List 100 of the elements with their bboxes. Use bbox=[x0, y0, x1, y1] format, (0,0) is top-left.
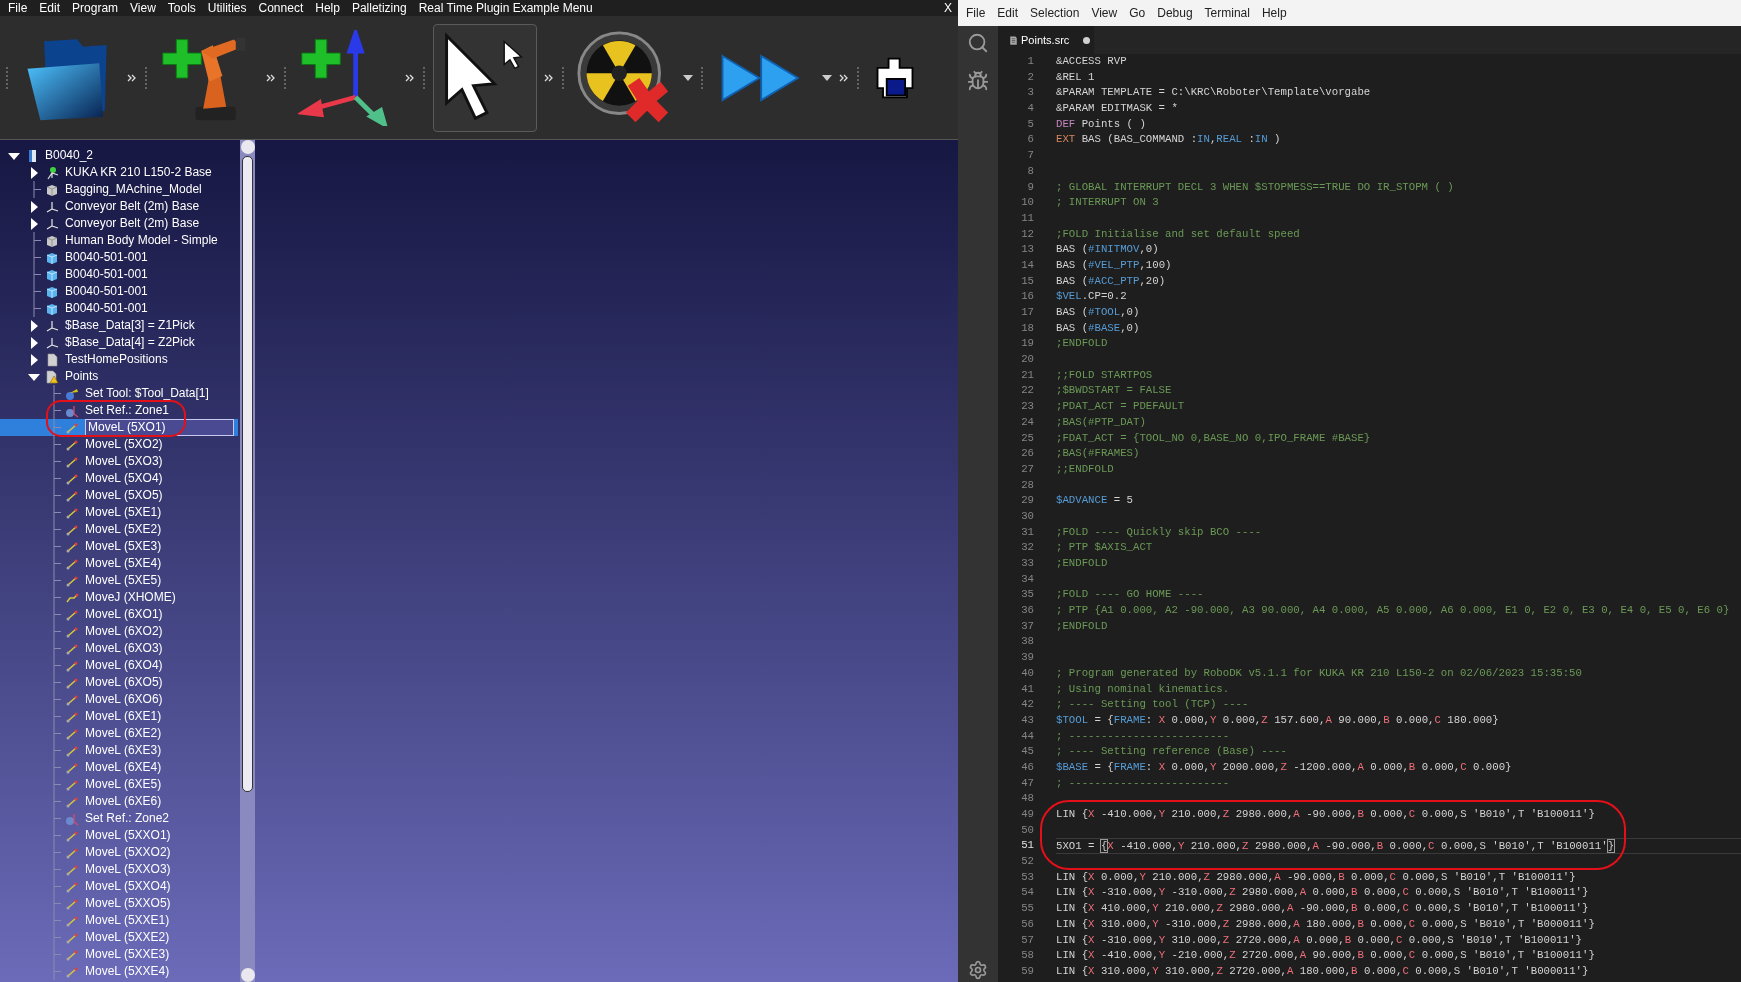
tree-item[interactable]: MoveL (5XXE2) bbox=[0, 929, 238, 946]
menu-item[interactable]: Help bbox=[309, 0, 346, 16]
menu-item[interactable]: Utilities bbox=[201, 0, 253, 16]
tree-item[interactable]: MoveJ (XHOME) bbox=[0, 589, 238, 606]
menu-item[interactable]: Edit bbox=[991, 4, 1025, 22]
tree-item[interactable]: MoveL (5XO4) bbox=[0, 470, 238, 487]
scroll-up-button[interactable] bbox=[240, 140, 255, 154]
dropdown-caret-icon[interactable] bbox=[822, 74, 832, 81]
tree-item[interactable]: B0040-501-001 bbox=[0, 300, 238, 317]
tree-item[interactable]: MoveL (5XO1) bbox=[0, 419, 238, 436]
tree-item[interactable]: MoveL (6XE2) bbox=[0, 725, 238, 742]
toolbar-grip[interactable] bbox=[856, 65, 860, 90]
editor-tab[interactable]: Points.src bbox=[998, 26, 1094, 54]
tree-item[interactable]: Points bbox=[0, 368, 238, 385]
overflow-chevron-icon[interactable] bbox=[405, 73, 415, 82]
menu-item[interactable]: Tools bbox=[161, 0, 202, 16]
tree-item[interactable]: MoveL (5XXO2) bbox=[0, 844, 238, 861]
tree-item[interactable]: MoveL (5XXO1) bbox=[0, 827, 238, 844]
tree-item[interactable]: B0040-501-001 bbox=[0, 283, 238, 300]
toolbar-button[interactable] bbox=[433, 23, 537, 132]
tree-item[interactable]: MoveL (5XXE4) bbox=[0, 963, 238, 980]
toolbar-grip[interactable] bbox=[144, 65, 148, 90]
menu-item[interactable]: Selection bbox=[1024, 4, 1086, 22]
tree-item[interactable]: MoveL (5XE5) bbox=[0, 572, 238, 589]
overflow-chevron-icon[interactable] bbox=[839, 73, 849, 82]
tree-item[interactable]: MoveL (5XO3) bbox=[0, 453, 238, 470]
menu-item[interactable]: Help bbox=[1255, 4, 1293, 22]
tree-item[interactable]: MoveL (6XE6) bbox=[0, 793, 238, 810]
tree-item[interactable]: MoveL (6XE4) bbox=[0, 759, 238, 776]
tree-item[interactable]: Set Tool: $Tool_Data[1] bbox=[0, 385, 238, 402]
tree-item[interactable]: MoveL (6XO3) bbox=[0, 640, 238, 657]
tree-item[interactable]: Conveyor Belt (2m) Base bbox=[0, 198, 238, 215]
code-line: LIN {X 410.000,Y 210.000,Z 2980.000,A -90.000,B 0.000,C 0.000,S 'B010',T 'B100011'} bbox=[1056, 901, 1590, 917]
tree-item[interactable]: MoveL (5XE2) bbox=[0, 521, 238, 538]
code-line: ;FOLD ---- Quickly skip BCO ---- bbox=[1056, 524, 1263, 540]
dropdown-caret-icon[interactable] bbox=[683, 74, 693, 81]
settings-icon[interactable] bbox=[968, 960, 988, 980]
tree-item[interactable]: MoveL (6XE3) bbox=[0, 742, 238, 759]
tree-item[interactable]: TestHomePositions bbox=[0, 351, 238, 368]
tree-item[interactable]: B0040-501-001 bbox=[0, 249, 238, 266]
tree-item[interactable]: Human Body Model - Simple bbox=[0, 232, 238, 249]
tree-item[interactable]: Set Ref.: Zone2 bbox=[0, 810, 238, 827]
menu-item[interactable]: Edit bbox=[33, 0, 67, 16]
tree-item[interactable]: MoveL (6XO2) bbox=[0, 623, 238, 640]
tree-item[interactable]: MoveL (6XE5) bbox=[0, 776, 238, 793]
tree-item[interactable]: MoveL (5XXO4) bbox=[0, 878, 238, 895]
tree-item[interactable]: MoveL (6XE1) bbox=[0, 708, 238, 725]
tree-item[interactable]: MoveL (5XXE1) bbox=[0, 912, 238, 929]
scrollbar[interactable] bbox=[240, 140, 255, 982]
menu-item[interactable]: Debug bbox=[1151, 4, 1199, 22]
line-number: 23 bbox=[1020, 399, 1034, 415]
menu-item[interactable]: View bbox=[124, 0, 162, 16]
tree-item[interactable]: MoveL (5XXE3) bbox=[0, 946, 238, 963]
scrollbar-thumb[interactable] bbox=[242, 156, 253, 792]
tree-item[interactable]: MoveL (5XE3) bbox=[0, 538, 238, 555]
menu-item[interactable]: Palletizing bbox=[345, 0, 413, 16]
toolbar-grip[interactable] bbox=[422, 65, 426, 90]
tree-item[interactable]: B0040_2 bbox=[0, 147, 238, 164]
menu-item[interactable]: View bbox=[1085, 4, 1124, 22]
menu-item[interactable]: Terminal bbox=[1198, 4, 1256, 22]
scroll-down-button[interactable] bbox=[240, 968, 255, 982]
overflow-chevron-icon[interactable] bbox=[544, 73, 554, 82]
tree-item[interactable]: B0040-501-001 bbox=[0, 266, 238, 283]
tree-item[interactable]: Bagging_MAchine_Model bbox=[0, 181, 238, 198]
overflow-chevron-icon[interactable] bbox=[266, 73, 276, 82]
menu-item[interactable]: File bbox=[2, 0, 34, 16]
tree-item[interactable]: MoveL (6XO1) bbox=[0, 606, 238, 623]
tree-item[interactable]: Set Ref.: Zone1 bbox=[0, 402, 238, 419]
menu-item[interactable]: Program bbox=[66, 0, 125, 16]
toolbar-grip[interactable] bbox=[283, 65, 287, 90]
toolbar-grip[interactable] bbox=[561, 65, 565, 90]
tree-item[interactable]: Conveyor Belt (2m) Base bbox=[0, 215, 238, 232]
search-icon[interactable] bbox=[967, 32, 989, 54]
line-number: 53 bbox=[1020, 869, 1034, 885]
bug-icon[interactable] bbox=[967, 70, 989, 92]
menu-item[interactable]: File bbox=[960, 4, 992, 22]
close-button[interactable]: X bbox=[940, 0, 956, 16]
menu-item[interactable]: Real Time Plugin Example Menu bbox=[412, 0, 599, 16]
overflow-chevron-icon[interactable] bbox=[127, 73, 137, 82]
tree-item[interactable]: MoveL (6XO4) bbox=[0, 657, 238, 674]
toolbar-grip[interactable] bbox=[700, 65, 704, 90]
line-number: 12 bbox=[1020, 226, 1034, 242]
tree-item[interactable]: $Base_Data[3] = Z1Pick bbox=[0, 317, 238, 334]
line-number: 49 bbox=[1020, 807, 1034, 822]
menu-item[interactable]: Connect bbox=[252, 0, 310, 16]
tree-item[interactable]: MoveL (5XXO5) bbox=[0, 895, 238, 912]
menu-item[interactable]: Go bbox=[1123, 4, 1152, 22]
tree-item[interactable]: KUKA KR 210 L150-2 Base bbox=[0, 164, 238, 181]
tree-item[interactable]: MoveL (6XO5) bbox=[0, 674, 238, 691]
code-line: $VEL.CP=0.2 bbox=[1056, 289, 1128, 305]
tree-item[interactable]: MoveL (6XO6) bbox=[0, 691, 238, 708]
tree-item[interactable]: MoveL (5XO5) bbox=[0, 487, 238, 504]
tree-item[interactable]: MoveL (5XXO3) bbox=[0, 861, 238, 878]
tree-item[interactable]: MoveL (5XO2) bbox=[0, 436, 238, 453]
tree-item[interactable]: MoveL (5XE1) bbox=[0, 504, 238, 521]
tree-item[interactable]: MoveL (5XE4) bbox=[0, 555, 238, 572]
toolbar-grip[interactable] bbox=[5, 65, 9, 90]
line-number: 36 bbox=[1020, 603, 1034, 619]
tree-item[interactable]: $Base_Data[4] = Z2Pick bbox=[0, 334, 238, 351]
line-number: 9 bbox=[1026, 179, 1034, 195]
